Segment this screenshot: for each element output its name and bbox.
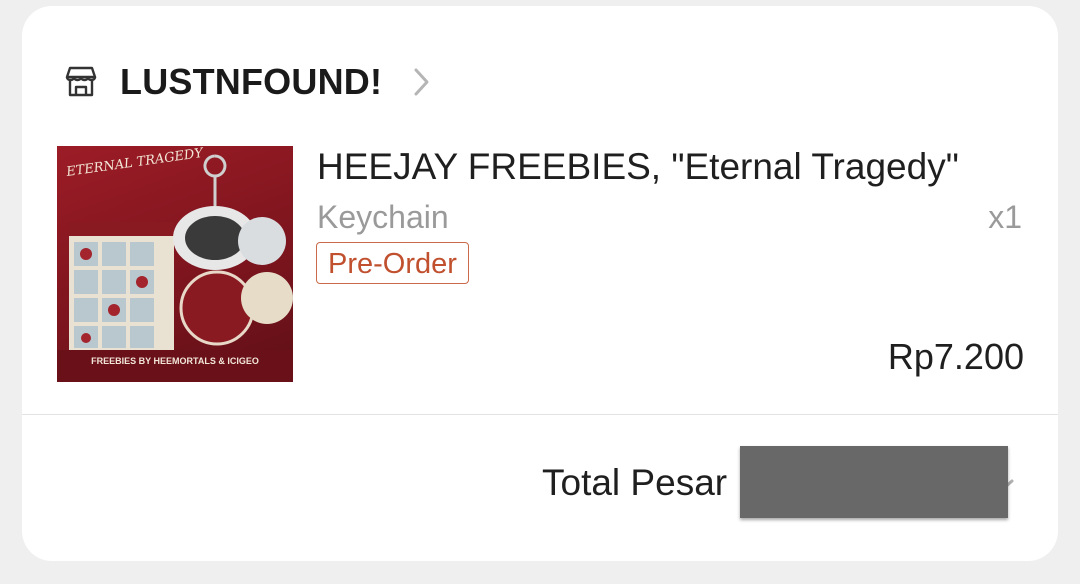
shop-header[interactable]: LUSTNFOUND!	[62, 54, 432, 110]
shop-name[interactable]: LUSTNFOUND!	[120, 61, 382, 103]
store-icon	[65, 66, 97, 97]
product-title[interactable]: HEEJAY FREEBIES, "Eternal Tragedy"	[317, 146, 959, 188]
chevron-right-icon[interactable]	[412, 66, 432, 98]
product-price: Rp7.200	[887, 336, 1024, 377]
thumbnail-footer: FREEBIES BY HEEMORTALS & ICIGEO	[91, 356, 259, 366]
thumbnail-headline: ETERNAL TRAGEDY	[64, 146, 205, 180]
thumbnail-artwork: ETERNAL TRAGEDY FREEBIES BY HEEMORTALS &…	[57, 146, 293, 382]
redacted-total	[740, 446, 1008, 518]
product-variant: Keychain	[317, 199, 449, 235]
product-quantity: x1	[988, 199, 1022, 235]
order-card: LUSTNFOUND! ETERNAL TRAGEDY FREEBIES BY …	[22, 6, 1058, 561]
divider	[22, 414, 1058, 415]
preorder-badge: Pre-Order	[316, 242, 469, 284]
order-total-label: Total Pesar	[542, 462, 728, 503]
product-thumbnail[interactable]: ETERNAL TRAGEDY FREEBIES BY HEEMORTALS &…	[57, 146, 293, 382]
